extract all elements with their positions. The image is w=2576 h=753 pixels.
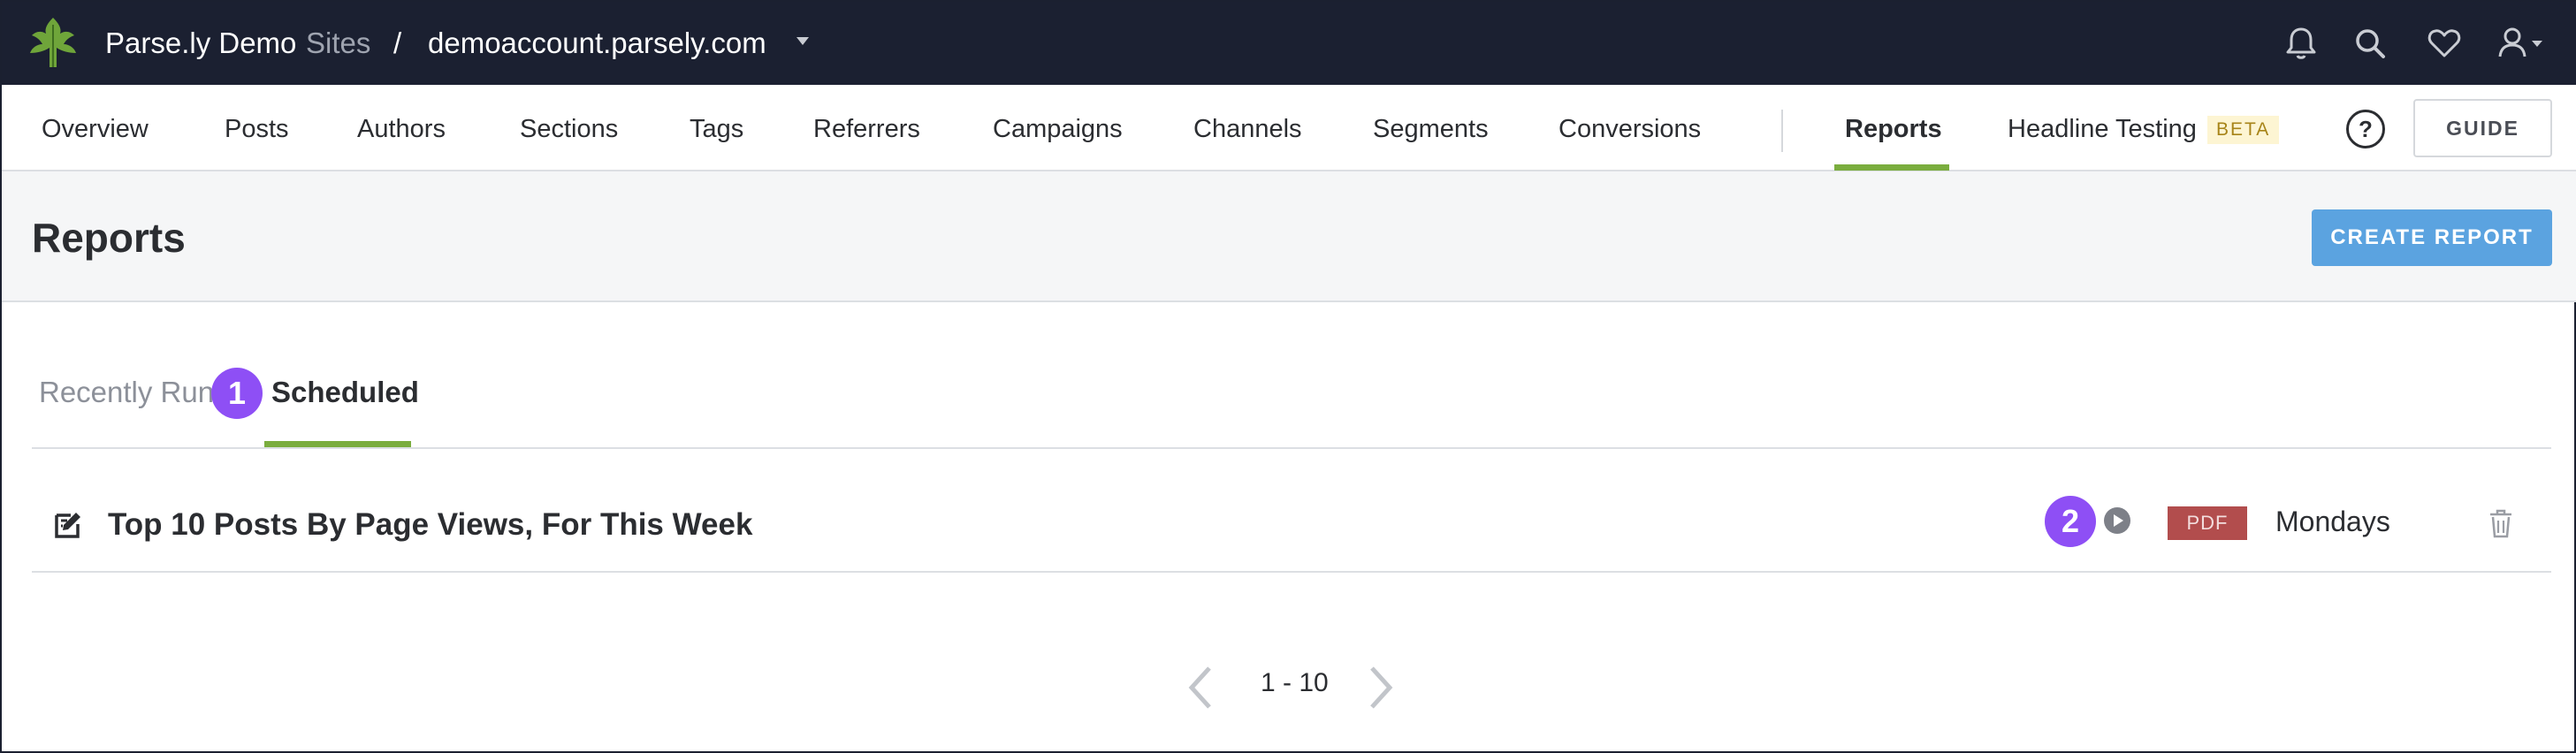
trash-icon[interactable] (2488, 507, 2514, 539)
nav-reports[interactable]: Reports (1845, 111, 1942, 147)
leaf-logo-icon[interactable] (27, 16, 80, 71)
pagination-range: 1 - 10 (1261, 668, 1329, 697)
report-frequency: Mondays (2275, 506, 2390, 537)
nav-posts[interactable]: Posts (225, 111, 289, 147)
heart-icon[interactable] (2424, 23, 2465, 64)
chevron-left-icon[interactable] (1185, 665, 1215, 711)
sites-link[interactable]: Sites (306, 24, 370, 63)
report-title[interactable]: Top 10 Posts By Page Views, For This Wee… (108, 506, 752, 544)
page-title: Reports (32, 215, 186, 261)
nav-headline-testing[interactable]: Headline Testing (2008, 111, 2197, 147)
create-report-button[interactable]: CREATE REPORT (2312, 209, 2552, 266)
nav-referrers[interactable]: Referrers (813, 111, 920, 147)
top-bar: Parse.ly Demo Sites / demoaccount.parsel… (2, 2, 2576, 85)
nav-conversions[interactable]: Conversions (1559, 111, 1701, 147)
nav-overview[interactable]: Overview (42, 111, 149, 147)
tabs-divider (32, 447, 2551, 449)
report-row[interactable]: Top 10 Posts By Page Views, For This Wee… (32, 479, 2551, 573)
beta-badge: BETA (2207, 116, 2280, 144)
nav-authors[interactable]: Authors (357, 111, 446, 147)
nav-segments[interactable]: Segments (1373, 111, 1489, 147)
nav-active-indicator (1834, 164, 1949, 171)
search-icon[interactable] (2350, 23, 2390, 64)
edit-icon[interactable] (53, 510, 83, 540)
brand-name[interactable]: Parse.ly Demo (105, 24, 296, 63)
bell-icon[interactable] (2281, 23, 2321, 64)
page-header: Reports CREATE REPORT (2, 171, 2576, 302)
user-menu-icon[interactable] (2495, 23, 2548, 64)
format-badge: PDF (2168, 506, 2247, 540)
nav-tags[interactable]: Tags (690, 111, 743, 147)
run-play-icon[interactable] (2102, 506, 2132, 536)
main-nav: Overview Posts Authors Sections Tags Ref… (2, 85, 2576, 171)
chevron-right-icon[interactable] (1367, 665, 1397, 711)
chevron-down-icon[interactable] (796, 37, 809, 45)
nav-sections[interactable]: Sections (520, 111, 618, 147)
breadcrumb-separator: / (393, 27, 402, 59)
step-marker-2: 2 (2045, 496, 2096, 547)
app-window: Parse.ly Demo Sites / demoaccount.parsel… (0, 0, 2576, 753)
tab-active-indicator (264, 441, 411, 447)
tab-scheduled[interactable]: Scheduled (271, 373, 419, 412)
tab-recently-run[interactable]: Recently Run (39, 373, 214, 412)
nav-campaigns[interactable]: Campaigns (993, 111, 1123, 147)
nav-channels[interactable]: Channels (1193, 111, 1302, 147)
step-marker-1: 1 (211, 368, 263, 419)
help-icon[interactable]: ? (2346, 110, 2385, 148)
nav-divider (1781, 110, 1783, 152)
guide-button[interactable]: GUIDE (2413, 99, 2552, 157)
domain-selector[interactable]: demoaccount.parsely.com (428, 24, 766, 63)
